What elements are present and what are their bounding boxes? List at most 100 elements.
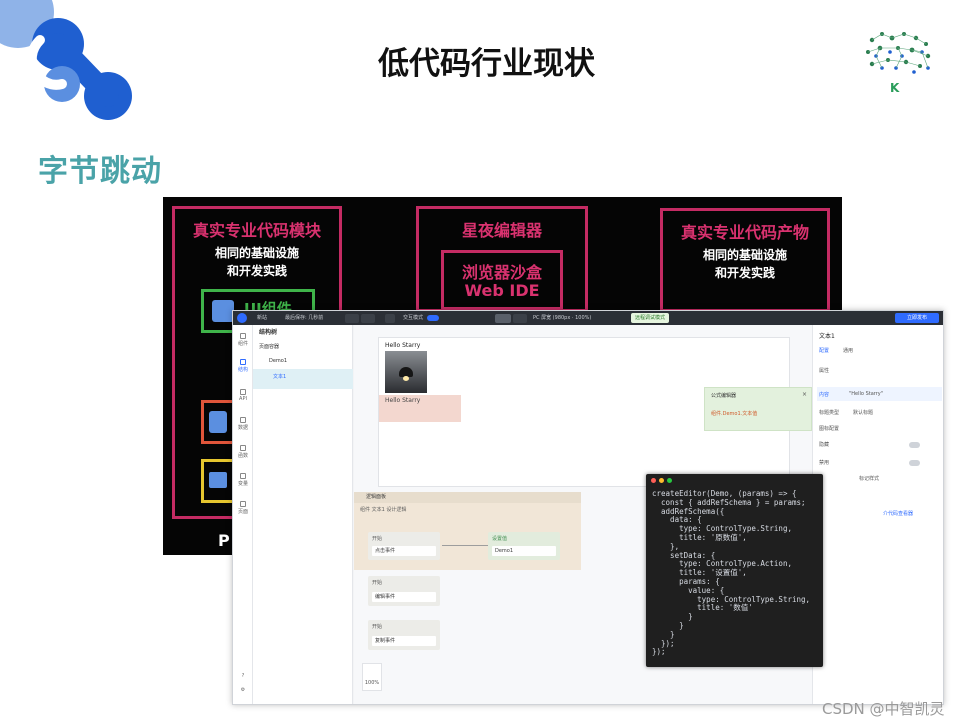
function-icon [240,445,246,451]
logic-connector [442,545,488,546]
logic-panel-header: 逻辑面板 [354,492,581,503]
app-logo-icon [237,313,247,323]
undo-button[interactable] [345,314,359,323]
logic-node-setvalue[interactable]: 设置值 Demo1 [488,532,560,560]
tree-header: 结构树 [259,329,278,336]
ide-topbar: 新站 最后保存: 几秒前 交互模式 PC 屏宽 (980px · 100%) 远… [233,311,943,325]
formula-expression[interactable]: 组件.Demo1.文本值 [711,410,757,417]
interaction-mode-label: 交互模式 [403,315,424,321]
code-line: }); [652,638,675,648]
content-label: 内容 [819,392,830,398]
code-line: }); [652,647,666,657]
remote-debug-button[interactable]: 远程调试模式 [631,313,670,323]
database-icon [209,411,227,433]
screen-box [201,459,235,503]
tab-config[interactable]: 配置 [819,347,829,354]
project-title: 新站 [257,315,268,321]
publish-button[interactable]: 立即发布 [895,313,939,323]
formula-title: 公式编辑器 [711,393,737,399]
content-input[interactable]: "Hello Starry" [849,391,883,397]
code-line: } [652,629,675,639]
editor-title: 星夜编辑器 [461,221,542,240]
nav-functions[interactable]: 函数 [233,445,253,459]
minimize-dot[interactable] [659,478,664,483]
nav-components[interactable]: 组件 [233,333,253,347]
pc-view-button[interactable] [495,314,511,323]
watermark: CSDN @中智凯灵 [822,700,945,718]
refresh-button[interactable] [385,314,395,323]
structure-icon [240,359,246,365]
settings-icon[interactable]: ⚙ [233,687,253,693]
interaction-mode-toggle[interactable] [427,315,439,321]
hide-label: 隐藏 [819,442,830,448]
code-editor[interactable]: createEditor(Demo, (params) => { const {… [652,489,810,657]
style-label: 标记样式 [859,476,880,482]
formula-editor: 公式编辑器 × 组件.Demo1.文本值 [704,387,812,431]
disable-label: 禁用 [819,460,830,466]
logic-node-edit[interactable]: 开始 编辑事件 [368,576,440,606]
saved-status: 最后保存: 几秒前 [285,315,324,321]
logic-node-click[interactable]: 开始 点击事件 [368,532,440,560]
logo-letter: K [890,81,900,95]
redo-button[interactable] [361,314,375,323]
left-nav: 组件 结构 API 数据 函数 变量 页面 ? ⚙ [233,325,253,704]
title-type-select[interactable]: 默认标题 [853,409,873,416]
properties-panel: 文本1 配置 通用 属性 内容 "Hello Starry" 标题类型 默认标题… [812,325,943,704]
hide-toggle[interactable] [909,442,920,448]
slide-title: 低代码行业现状 [378,46,595,82]
device-width-select[interactable]: PC 屏宽 (980px · 100%) [533,314,591,321]
nav-data[interactable]: 数据 [233,417,253,431]
disable-toggle[interactable] [909,460,920,466]
component-name: 文本1 [819,333,835,340]
screen-icon [209,472,227,488]
cube-icon [212,300,234,322]
logic-node-copy[interactable]: 开始 复制事件 [368,620,440,650]
logic-panel: 逻辑面板 组件 文本1 设计逻辑 开始 点击事件 设置值 Demo1 [354,492,581,570]
data-icon [240,417,246,423]
maximize-dot[interactable] [667,478,672,483]
tab-general[interactable]: 通用 [843,347,853,354]
variable-icon [240,473,246,479]
right-product-line2: 和开发实践 [714,266,775,280]
lamp-image[interactable] [385,351,427,393]
section-properties: 属性 [819,368,830,374]
ide-window: 新站 最后保存: 几秒前 交互模式 PC 屏宽 (980px · 100%) 远… [232,310,944,705]
help-icon[interactable]: ? [233,673,253,679]
nav-structure[interactable]: 结构 [233,359,253,373]
components-icon [240,333,246,339]
code-window: createEditor(Demo, (params) => { const {… [646,474,823,667]
browser-sandbox-label: 浏览器沙盒 [461,263,542,282]
zoom-control[interactable]: 100% [362,663,382,691]
logic-path: 组件 文本1 设计逻辑 [360,507,407,513]
nav-api[interactable]: API [233,389,253,402]
code-viewer-link[interactable]: 介代码查看器 [883,510,913,517]
right-product-line1: 相同的基础设施 [702,248,787,262]
close-icon[interactable]: × [802,391,807,398]
tree-item-text[interactable]: 文本1 [253,369,353,389]
right-product-title: 真实专业代码产物 [680,223,809,242]
company-name: 字节跳动 [38,154,162,189]
api-icon [240,389,246,395]
editor-box: 星夜编辑器 浏览器沙盒 Web IDE [416,206,588,312]
nav-pages[interactable]: 页面 [233,501,253,515]
page-icon [240,501,246,507]
left-module-line1: 相同的基础设施 [214,246,299,260]
title-type-label: 标题类型 [819,410,840,416]
structure-tree: 结构树 页面容器 Demo1 文本1 [253,325,353,704]
lamp-light [403,376,409,381]
web-ide-box: 浏览器沙盒 Web IDE [441,250,563,310]
database-box [201,400,235,444]
code-line: } [652,620,684,630]
right-product-box: 真实专业代码产物 相同的基础设施 和开发实践 [660,208,830,312]
tree-item-container[interactable]: 页面容器 [253,341,353,353]
close-dot[interactable] [651,478,656,483]
left-module-line2: 和开发实践 [226,264,287,278]
nav-variables[interactable]: 变量 [233,473,253,487]
hello-text[interactable]: Hello Starry [385,342,420,349]
web-ide-label: Web IDE [464,281,540,300]
company-logo-icon: K [866,32,931,95]
mobile-view-button[interactable] [513,314,527,323]
tree-item-demo[interactable]: Demo1 [253,355,353,367]
hello-text-selected[interactable]: Hello Starry [379,395,461,422]
icon-config[interactable]: 图标配置 [819,425,839,432]
